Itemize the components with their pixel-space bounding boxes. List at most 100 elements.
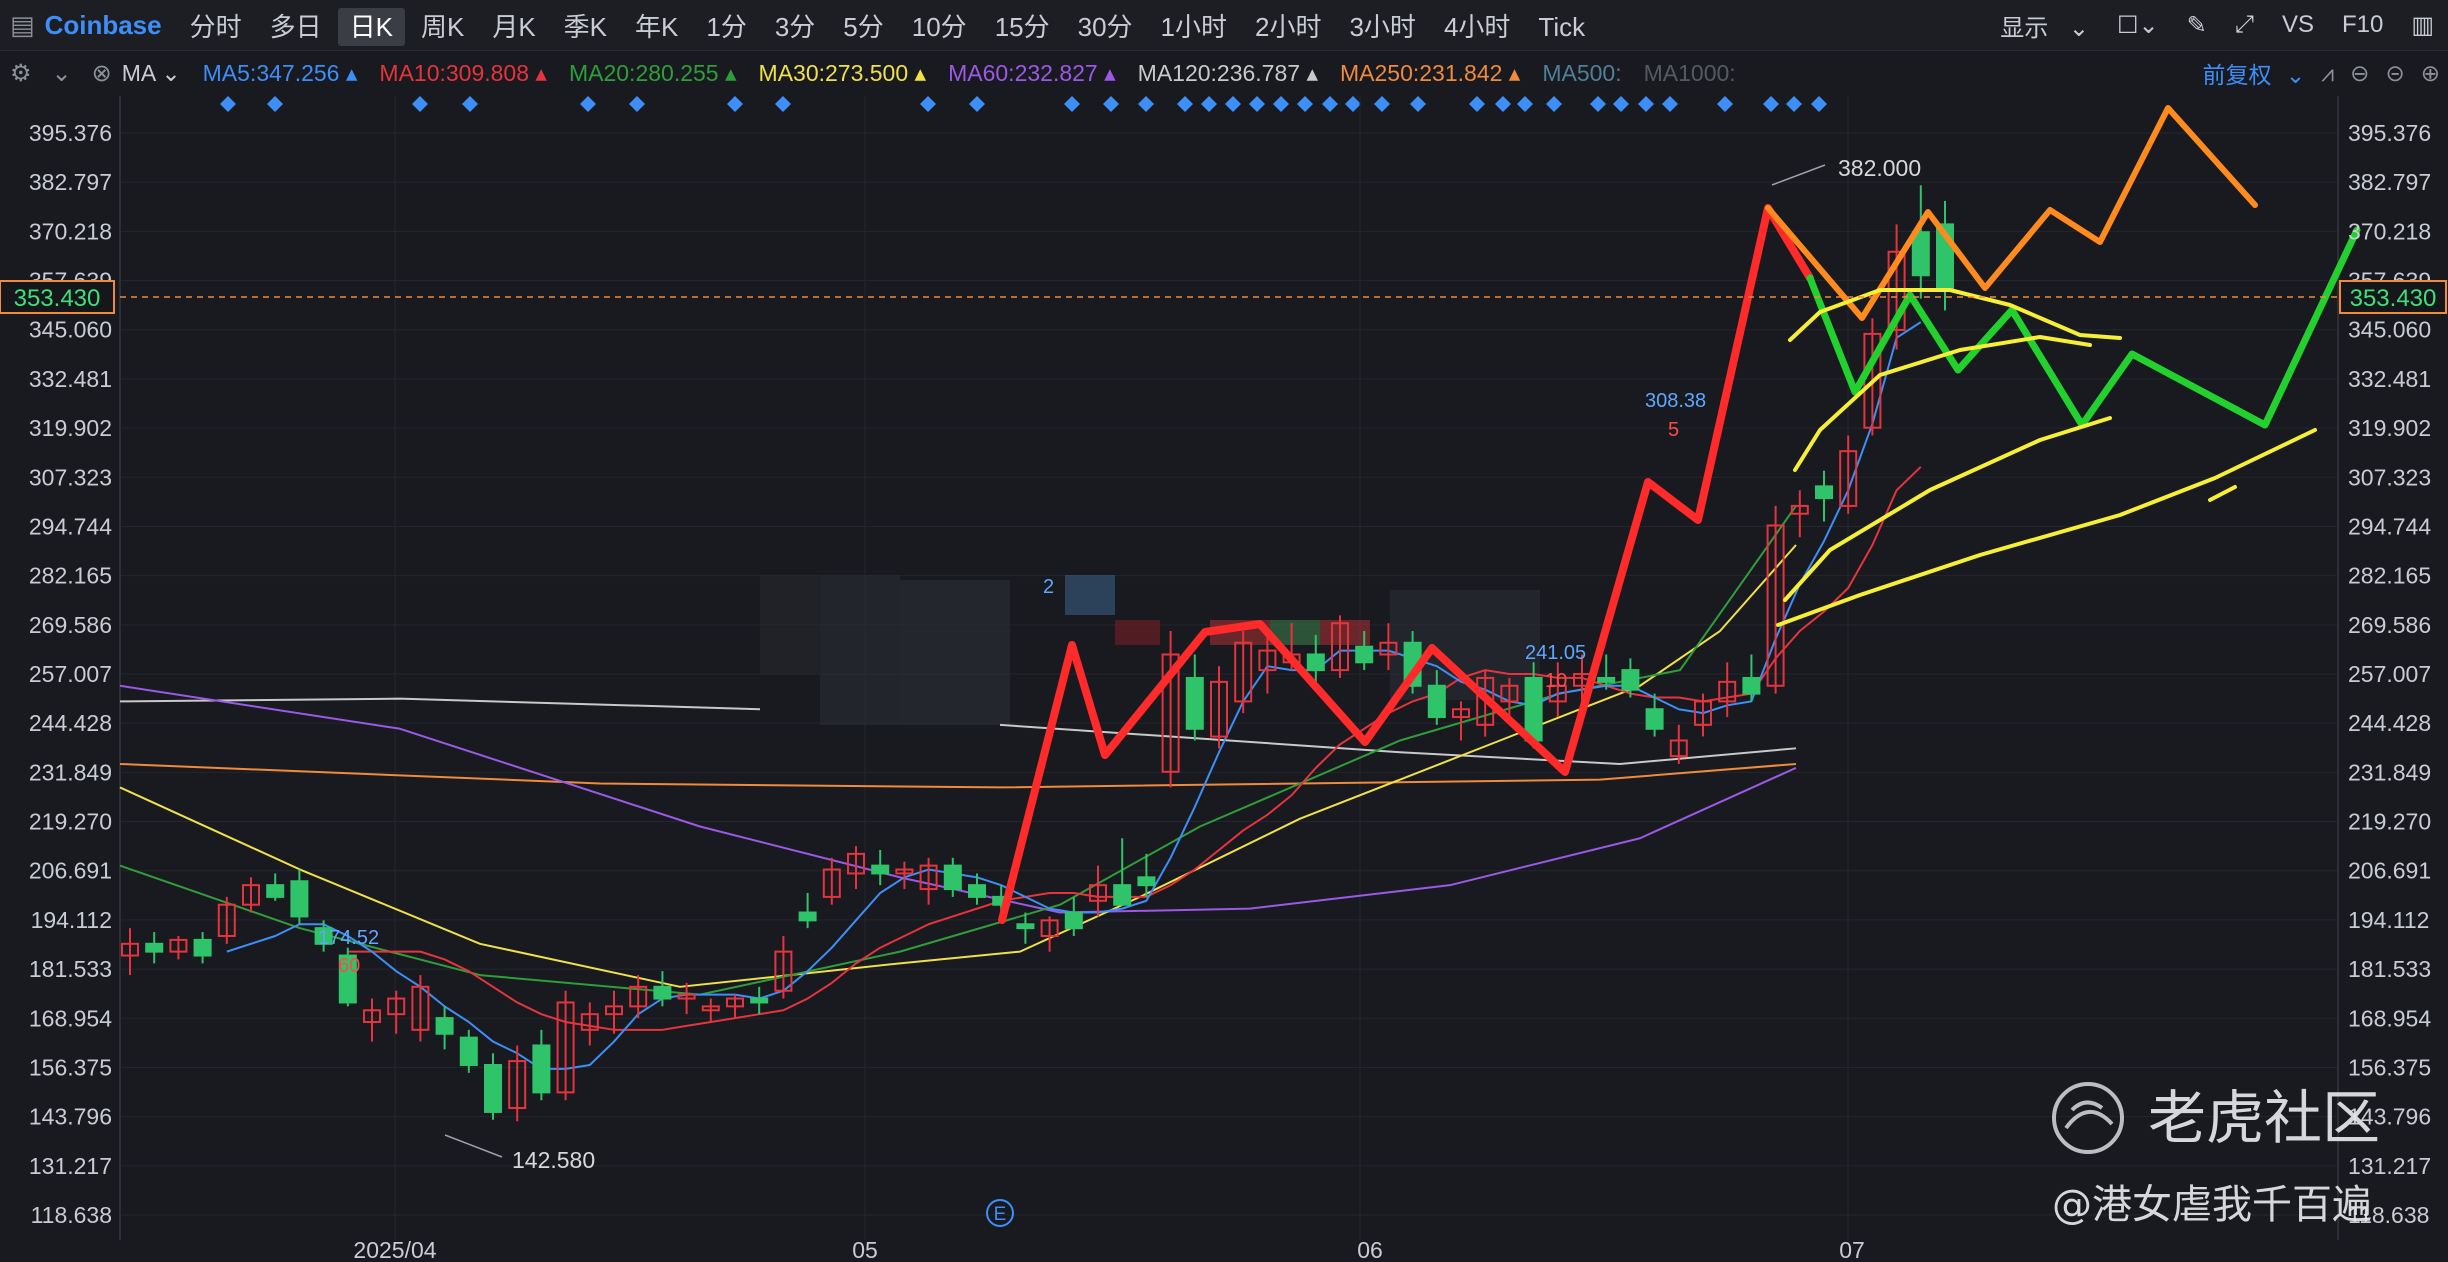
signal-diamond (1662, 96, 1678, 112)
signal-diamond (220, 96, 236, 112)
ma5-line (226, 321, 1922, 1070)
price-tick-right: 257.007 (2348, 661, 2431, 687)
event-marker-label: E (994, 1204, 1007, 1225)
price-tick-right: 382.797 (2348, 169, 2431, 195)
yellow-curve-drawing (1783, 416, 2112, 602)
signal-diamond (629, 96, 645, 112)
price-tick-left: 206.691 (29, 858, 112, 884)
price-tick-right: 307.323 (2348, 464, 2431, 490)
signal-diamond (1638, 96, 1654, 112)
signal-diamond (1201, 96, 1217, 112)
blur-block (760, 575, 820, 675)
ma250-line (119, 762, 1797, 789)
tiger-logo-stripes (2064, 1100, 2114, 1130)
watermark-brand: 老虎社区 (2148, 1084, 2380, 1152)
orange-projection-drawing (1765, 105, 2258, 321)
signal-diamond (1297, 96, 1313, 112)
candle-body (1306, 653, 1325, 672)
watermark-user: @港女虐我千百遍 (2052, 1182, 2372, 1228)
price-tick-left: 395.376 (29, 120, 112, 146)
tiger-logo-icon (2052, 1082, 2124, 1154)
signal-diamond (1495, 96, 1511, 112)
signal-diamond (462, 96, 478, 112)
current-price-left: 353.430 (14, 285, 101, 312)
candle-body (1016, 923, 1035, 930)
price-tick-right: 332.481 (2348, 366, 2431, 392)
price-tick-left: 370.218 (29, 218, 112, 244)
price-tick-left: 282.165 (29, 563, 112, 589)
date-tick: 06 (1357, 1237, 1383, 1262)
price-tick-left: 257.007 (29, 661, 112, 687)
candle-body (1645, 708, 1664, 730)
signal-diamond (1374, 96, 1390, 112)
signal-diamond (969, 96, 985, 112)
blur-block (1115, 620, 1160, 645)
price-tick-left: 143.796 (29, 1104, 112, 1130)
signal-diamond (1763, 96, 1779, 112)
signal-diamond (1273, 96, 1289, 112)
green-projection-drawing (1806, 226, 2361, 429)
signal-diamond (1590, 96, 1606, 112)
value-label-2: 2 (1043, 576, 1054, 598)
price-tick-right: 231.849 (2348, 759, 2431, 785)
candle-body (1621, 669, 1640, 691)
chart-axes: 395.376 395.376 382.797 382.797 370.218 370.2… (0, 120, 2447, 1262)
low-price-label: 142.580 (512, 1147, 595, 1173)
user-drawings (998, 105, 2361, 924)
kline-chart[interactable]: 382.000142.580174.5260308.385241.05102E … (0, 0, 2448, 1262)
price-tick-left: 345.060 (29, 317, 112, 343)
signal-diamond (1103, 96, 1119, 112)
price-tick-right: 282.165 (2348, 563, 2431, 589)
price-tick-left: 244.428 (29, 710, 112, 736)
candle-body (290, 880, 309, 918)
price-tick-left: 194.112 (31, 907, 112, 933)
value-label-5: 5 (1668, 419, 1679, 441)
candle-body (871, 864, 890, 875)
price-tick-right: 181.533 (2348, 956, 2431, 982)
signal-diamond (267, 96, 283, 112)
price-tick-left: 319.902 (29, 415, 112, 441)
signal-diamond (1469, 96, 1485, 112)
price-tick-left: 168.954 (29, 1005, 112, 1031)
price-tick-left: 269.586 (29, 612, 112, 638)
price-tick-left: 219.270 (29, 809, 112, 835)
price-tick-right: 345.060 (2348, 317, 2431, 343)
price-tick-left: 156.375 (29, 1054, 112, 1080)
signal-diamond (920, 96, 936, 112)
signal-diamond (727, 96, 743, 112)
candle-body (193, 938, 212, 957)
price-tick-right: 294.744 (2348, 513, 2431, 539)
signal-diamond (1613, 96, 1629, 112)
price-tick-left: 131.217 (29, 1153, 112, 1179)
price-tick-right: 370.218 (2348, 218, 2431, 244)
low-leader-line (444, 1134, 503, 1158)
candle-body (798, 911, 817, 922)
signal-diamond (1138, 96, 1154, 112)
signal-diamond (1410, 96, 1426, 112)
signal-diamond (1517, 96, 1533, 112)
candle-body (943, 864, 962, 891)
blur-block (1065, 575, 1115, 615)
price-tick-right: 244.428 (2348, 710, 2431, 736)
price-tick-left: 181.533 (29, 956, 112, 982)
candle-body (1815, 485, 1833, 500)
red-zigzag-drawing (998, 204, 1814, 924)
signal-diamond (580, 96, 596, 112)
candle-body (1185, 676, 1204, 730)
signal-diamond (1225, 96, 1241, 112)
current-price-right: 353.430 (2350, 285, 2437, 312)
price-tick-right: 194.112 (2348, 907, 2429, 933)
ma5-value-label: 174.52 (318, 927, 379, 949)
price-tick-right: 168.954 (2348, 1005, 2431, 1031)
price-tick-left: 118.638 (31, 1202, 112, 1228)
price-tick-left: 382.797 (29, 169, 112, 195)
candle-body (1113, 884, 1132, 906)
value-label-241: 241.05 (1525, 642, 1586, 664)
high-price-label: 382.000 (1838, 155, 1921, 181)
signal-diamond (412, 96, 428, 112)
signal-markers (220, 96, 1827, 112)
price-tick-right: 219.270 (2348, 809, 2431, 835)
signal-diamond (1249, 96, 1265, 112)
candle-body (145, 942, 164, 953)
price-tick-right: 269.586 (2348, 612, 2431, 638)
